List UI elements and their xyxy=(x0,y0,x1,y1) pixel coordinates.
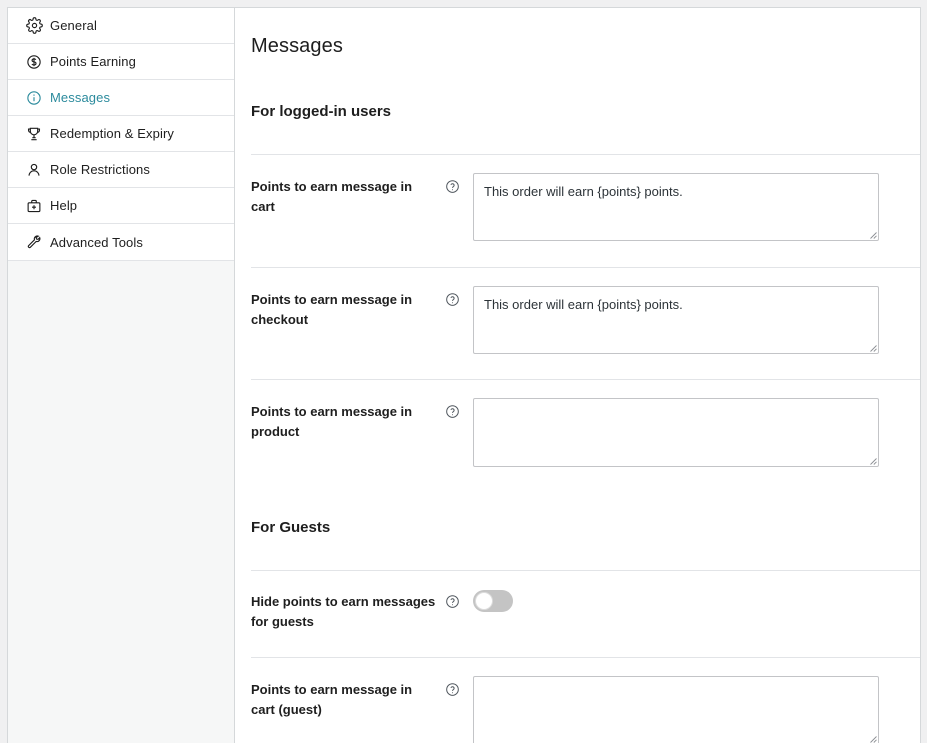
sidebar-item-label: Redemption & Expiry xyxy=(50,126,175,141)
field-label: Points to earn message in checkout xyxy=(251,292,413,328)
field-label: Points to earn message in cart xyxy=(251,179,413,215)
sidebar-item-role-restrictions[interactable]: Role Restrictions xyxy=(8,152,234,188)
field-control xyxy=(473,155,920,241)
points-message-cart-guest-textarea[interactable] xyxy=(473,676,879,743)
sidebar-item-messages[interactable]: Messages xyxy=(8,80,234,116)
sidebar-item-general[interactable]: General xyxy=(8,8,234,44)
person-icon xyxy=(25,161,43,179)
help-circle-icon[interactable] xyxy=(445,404,461,420)
sidebar-item-points-earning[interactable]: Points Earning xyxy=(8,44,234,80)
row-spacer xyxy=(251,354,911,379)
info-circle-icon xyxy=(25,89,43,107)
section-heading-guests: For Guests xyxy=(251,519,331,536)
hide-points-for-guests-toggle[interactable] xyxy=(473,590,513,612)
field-label: Points to earn message in product xyxy=(251,404,413,440)
dollar-coin-icon xyxy=(25,53,43,71)
sidebar-item-label: Points Earning xyxy=(50,54,136,69)
gear-icon xyxy=(25,17,43,35)
section-heading-logged-in: For logged-in users xyxy=(251,103,392,120)
sidebar-item-label: General xyxy=(50,18,97,33)
sidebar-item-redemption-expiry[interactable]: Redemption & Expiry xyxy=(8,116,234,152)
field-control xyxy=(473,658,920,743)
field-row-points-message-cart: Points to earn message in cart xyxy=(251,155,920,241)
help-circle-icon[interactable] xyxy=(445,292,461,308)
sidebar-item-label: Messages xyxy=(50,90,111,105)
sidebar-item-help[interactable]: Help xyxy=(8,188,234,224)
sidebar-empty-area xyxy=(8,261,234,743)
field-label: Hide points to earn messages for guests xyxy=(251,594,436,630)
points-message-checkout-textarea[interactable] xyxy=(473,286,879,354)
row-spacer xyxy=(251,632,911,657)
sidebar-item-label: Role Restrictions xyxy=(50,162,150,177)
help-circle-icon[interactable] xyxy=(445,179,461,195)
field-row-points-message-checkout: Points to earn message in checkout xyxy=(251,268,920,354)
points-message-cart-textarea[interactable] xyxy=(473,173,879,241)
field-control xyxy=(473,380,920,467)
sidebar-item-label: Help xyxy=(50,198,78,213)
field-control xyxy=(473,268,920,354)
trophy-icon xyxy=(25,125,43,143)
sidebar-nav-list: General Points Earning Messages Redempti… xyxy=(8,8,234,261)
field-row-hide-points-for-guests: Hide points to earn messages for guests xyxy=(251,571,920,632)
field-row-points-message-product: Points to earn message in product xyxy=(251,380,920,467)
first-aid-kit-icon xyxy=(25,197,43,215)
sidebar: General Points Earning Messages Redempti… xyxy=(8,8,235,743)
row-spacer xyxy=(251,241,911,267)
wrench-icon xyxy=(25,233,43,251)
settings-window: General Points Earning Messages Redempti… xyxy=(7,7,921,743)
field-row-points-message-cart-guest: Points to earn message in cart (guest) xyxy=(251,658,920,743)
sidebar-item-advanced-tools[interactable]: Advanced Tools xyxy=(8,224,234,260)
help-circle-icon[interactable] xyxy=(445,682,461,698)
toggle-knob xyxy=(475,592,493,610)
page-title: Messages xyxy=(251,35,343,57)
help-circle-icon[interactable] xyxy=(445,594,461,610)
points-message-product-textarea[interactable] xyxy=(473,398,879,467)
field-label: Points to earn message in cart (guest) xyxy=(251,682,413,718)
main-content: Messages For logged-in users Points to e… xyxy=(235,8,920,743)
field-control xyxy=(473,571,920,617)
sidebar-item-label: Advanced Tools xyxy=(50,234,143,250)
